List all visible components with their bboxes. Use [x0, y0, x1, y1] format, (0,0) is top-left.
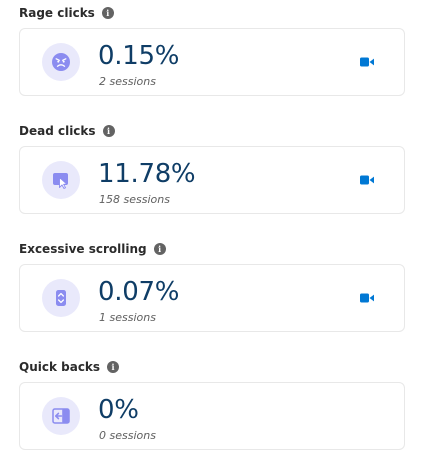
metric-value: 0.15%	[98, 41, 180, 71]
info-icon[interactable]: i	[101, 7, 114, 19]
info-icon[interactable]: i	[102, 125, 115, 137]
metric-value: 0%	[98, 395, 139, 425]
metric-value: 0.07%	[98, 277, 180, 307]
metric-heading: Excessive scrolling i	[19, 240, 166, 258]
metric-title: Dead clicks	[19, 124, 96, 138]
session-count: 2 sessions	[99, 75, 156, 88]
metric-value: 11.78%	[98, 159, 196, 189]
cursor-click-icon	[42, 161, 80, 199]
session-count: 1 sessions	[99, 311, 156, 324]
metric-heading: Quick backs i	[19, 358, 120, 376]
angry-face-icon	[42, 43, 80, 81]
session-count: 158 sessions	[99, 193, 170, 206]
metric-card: 0.15% 2 sessions	[19, 28, 405, 96]
metric-dead-clicks: Dead clicks i 11.78% 158 sessions	[0, 118, 424, 236]
metric-card: 0.07% 1 sessions	[19, 264, 405, 332]
video-camera-icon[interactable]	[360, 174, 374, 186]
metric-title: Quick backs	[19, 360, 101, 374]
session-count: 0 sessions	[99, 429, 156, 442]
metric-card: 0% 0 sessions	[19, 382, 405, 450]
video-camera-icon[interactable]	[360, 292, 374, 304]
back-arrow-icon	[42, 397, 80, 435]
metric-heading: Rage clicks i	[19, 4, 114, 22]
info-icon[interactable]: i	[107, 361, 120, 373]
video-camera-icon[interactable]	[360, 56, 374, 68]
metric-excessive-scrolling: Excessive scrolling i 0.07% 1 sessions	[0, 236, 424, 354]
metric-quick-backs: Quick backs i 0% 0 sessions	[0, 354, 424, 472]
metric-title: Excessive scrolling	[19, 242, 147, 256]
scroll-icon	[42, 279, 80, 317]
metric-card: 11.78% 158 sessions	[19, 146, 405, 214]
metric-heading: Dead clicks i	[19, 122, 115, 140]
metric-rage-clicks: Rage clicks i 0.15% 2 sessions	[0, 0, 424, 118]
metric-title: Rage clicks	[19, 6, 95, 20]
info-icon[interactable]: i	[153, 243, 166, 255]
